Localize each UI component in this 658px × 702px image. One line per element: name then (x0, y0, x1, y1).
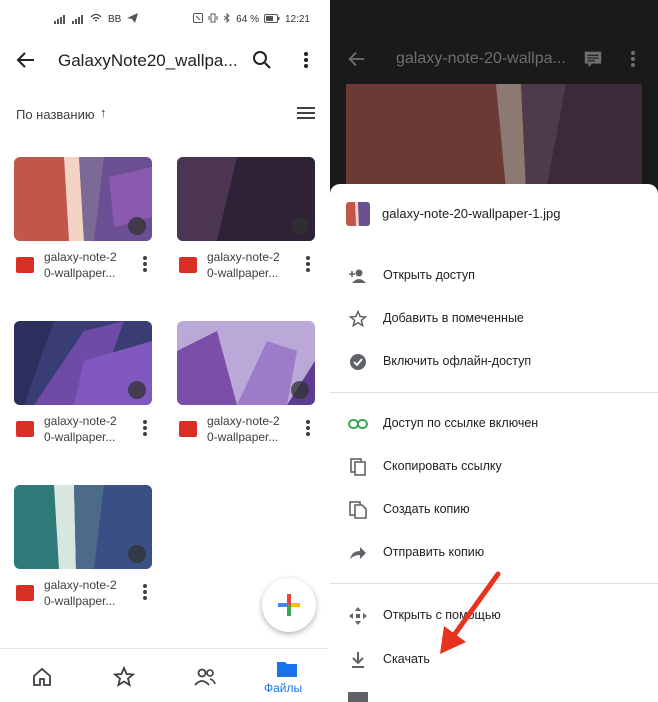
sheet-file-name: galaxy-note-20-wallpaper-1.jpg (382, 206, 561, 221)
shared-badge-icon (128, 381, 146, 399)
file-thumbnail[interactable] (14, 321, 152, 405)
shared-badge-icon (291, 217, 309, 235)
menu-label: Скопировать ссылку (383, 459, 502, 473)
more-vert-icon[interactable] (140, 253, 150, 275)
shared-badge-icon (128, 545, 146, 563)
menu-make-copy[interactable]: Создать копию (330, 490, 658, 530)
file-name: galaxy-note-2 0-wallpaper... (44, 578, 117, 608)
battery-icon (263, 13, 280, 26)
star-outline-icon (348, 309, 368, 329)
new-button[interactable] (262, 578, 316, 632)
file-name: galaxy-note-2 0-wallpaper... (207, 414, 280, 444)
telegram-icon (127, 13, 139, 26)
person-add-icon (348, 266, 368, 286)
menu-offline[interactable]: Включить офлайн-доступ (330, 342, 658, 382)
home-icon[interactable] (30, 665, 54, 689)
nfc-icon (193, 13, 204, 26)
menu-star[interactable]: Добавить в помеченные (330, 299, 658, 339)
open-with-icon (348, 606, 368, 626)
wifi-icon (90, 13, 102, 26)
menu-label: Отправить копию (383, 545, 485, 559)
image-file-icon (179, 257, 197, 273)
folder-icon[interactable] (275, 657, 299, 681)
shared-people-icon[interactable] (193, 665, 217, 689)
status-left: BB (54, 13, 139, 26)
preview-title: galaxy-note-20-wallpa... (396, 50, 566, 67)
battery-percent: 64 % (236, 14, 259, 25)
menu-label: Доступ по ссылке включен (383, 416, 539, 430)
sheet-header: galaxy-note-20-wallpaper-1.jpg (346, 202, 658, 228)
copy-icon (348, 457, 368, 477)
annotation-arrow-icon (440, 571, 501, 654)
image-file-icon (16, 421, 34, 437)
menu-copy-link[interactable]: Скопировать ссылку (330, 447, 658, 487)
more-vert-icon[interactable] (294, 48, 318, 72)
partial-menu-icon (348, 692, 368, 702)
sort-button[interactable]: По названию (16, 107, 95, 122)
more-vert-icon[interactable] (628, 48, 638, 75)
link-icon (348, 414, 368, 434)
file-name: galaxy-note-2 0-wallpaper... (207, 250, 280, 280)
image-file-icon (16, 257, 34, 273)
nav-files-label[interactable]: Файлы (264, 681, 302, 695)
menu-label: Создать копию (383, 502, 470, 516)
arrow-left-icon[interactable] (14, 48, 38, 72)
signal-icon (54, 15, 66, 24)
app-bar: GalaxyNote20_wallpa... (0, 36, 328, 88)
more-vert-icon[interactable] (140, 581, 150, 603)
menu-label: Включить офлайн-доступ (383, 354, 532, 368)
offline-check-icon (348, 352, 368, 372)
signal-icon (72, 15, 84, 24)
search-icon[interactable] (250, 48, 274, 72)
bottom-navigation: Файлы (0, 648, 328, 702)
menu-label: Скачать (383, 652, 430, 666)
file-name: galaxy-note-2 0-wallpaper... (44, 414, 117, 444)
file-copy-icon (348, 500, 368, 520)
menu-link-sharing[interactable]: Доступ по ссылке включен (330, 404, 658, 444)
file-thumbnail[interactable] (177, 321, 315, 405)
menu-share[interactable]: Открыть доступ (330, 256, 658, 296)
comment-icon[interactable] (582, 48, 604, 75)
clock: 12:21 (284, 14, 310, 25)
image-file-icon (16, 585, 34, 601)
sort-direction-icon[interactable]: ↑ (100, 105, 107, 120)
menu-send-copy[interactable]: Отправить копию (330, 533, 658, 573)
image-file-icon (179, 421, 197, 437)
list-view-icon[interactable] (296, 105, 316, 121)
status-right: 64 % 12:21 (193, 12, 310, 26)
menu-label: Открыть доступ (383, 268, 475, 282)
menu-label: Добавить в помеченные (383, 311, 524, 325)
folder-title: GalaxyNote20_wallpa... (58, 51, 238, 70)
drive-folder-screen: BB 64 % 12:21 GalaxyNote20_wallpa... По … (0, 0, 328, 702)
star-icon[interactable] (112, 665, 136, 689)
share-arrow-icon (348, 543, 368, 563)
more-vert-icon[interactable] (303, 253, 313, 275)
vibrate-icon (208, 13, 218, 26)
plus-icon (278, 594, 300, 616)
carrier-text: BB (108, 14, 122, 25)
shared-badge-icon (291, 381, 309, 399)
file-thumbnail[interactable] (177, 157, 315, 241)
file-thumbnail[interactable] (14, 157, 152, 241)
divider (330, 392, 658, 393)
file-thumbnail[interactable] (14, 485, 152, 569)
more-vert-icon[interactable] (140, 417, 150, 439)
download-icon (348, 650, 368, 670)
file-name: galaxy-note-2 0-wallpaper... (44, 250, 117, 280)
shared-badge-icon (128, 217, 146, 235)
bluetooth-icon (223, 12, 231, 26)
more-vert-icon[interactable] (303, 417, 313, 439)
file-thumbnail (346, 202, 370, 226)
preview-app-bar: galaxy-note-20-wallpa... (330, 36, 658, 82)
arrow-left-icon[interactable] (346, 48, 368, 75)
preview-image (346, 84, 642, 190)
status-bar: BB 64 % 12:21 (0, 0, 328, 36)
sort-bar: По названию ↑ (0, 100, 328, 128)
